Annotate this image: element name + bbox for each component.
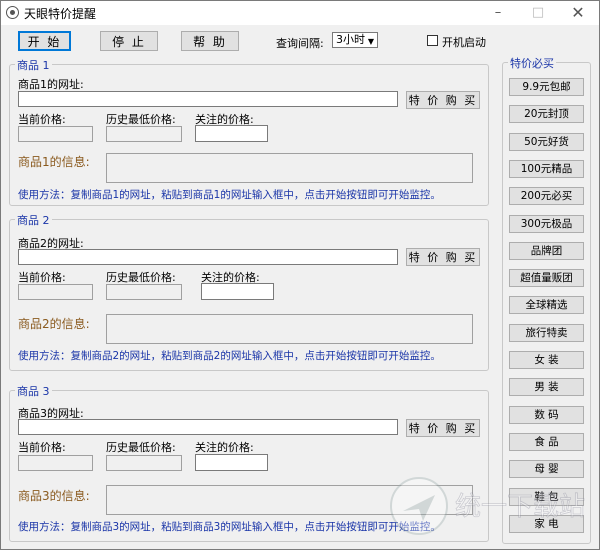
product-1-lowest-price-label: 历史最低价格:: [106, 113, 176, 126]
close-button[interactable]: ✕: [559, 1, 597, 25]
product-1-legend: 商品 1: [15, 57, 52, 73]
chevron-down-icon: ▼: [367, 37, 374, 46]
product-3-current-price-label: 当前价格:: [18, 441, 66, 454]
sidebar-item-10[interactable]: 旅行特卖: [509, 323, 584, 342]
product-2-lowest-price-field: [106, 284, 182, 300]
product-3-watch-price-input[interactable]: [195, 454, 268, 471]
window-title: 天眼特价提醒: [24, 7, 97, 21]
sidebar-item-3[interactable]: 50元好货: [509, 132, 584, 151]
sidebar-item-7[interactable]: 品牌团: [509, 241, 584, 260]
sidebar-item-6[interactable]: 300元极品: [509, 214, 584, 233]
product-2-lowest-price-label: 历史最低价格:: [106, 271, 176, 284]
product-2-usage-text: 使用方法：复制商品2的网址，粘贴到商品2的网址输入框中，点击开始按钮即可开始监控…: [18, 350, 441, 362]
sidebar-item-12[interactable]: 男 装: [509, 378, 584, 397]
maximize-button: □: [531, 5, 545, 20]
product-3-usage-text: 使用方法：复制商品3的网址，粘贴到商品3的网址输入框中，点击开始按钮即可开始监控…: [18, 521, 441, 533]
product-3-lowest-price-field: [106, 455, 182, 471]
sidebar-item-14[interactable]: 食 品: [509, 432, 584, 451]
product-2-info-label: 商品2的信息:: [18, 317, 90, 331]
title-bar: 天眼特价提醒 – □ ✕: [1, 1, 599, 25]
help-button[interactable]: 帮 助: [181, 31, 239, 51]
product-1-info-label: 商品1的信息:: [18, 155, 90, 169]
product-3-buy-button[interactable]: 特 价 购 买: [406, 419, 480, 437]
sidebar-item-13[interactable]: 数 码: [509, 405, 584, 424]
product-3-current-price-field: [18, 455, 93, 471]
product-2-watch-price-input[interactable]: [201, 283, 274, 300]
product-1-current-price-field: [18, 126, 93, 142]
start-button[interactable]: 开 始: [18, 31, 71, 51]
product-2-current-price-label: 当前价格:: [18, 271, 66, 284]
product-2-legend: 商品 2: [15, 212, 52, 228]
product-3-lowest-price-label: 历史最低价格:: [106, 441, 176, 454]
product-3-watch-price-label: 关注的价格:: [195, 441, 254, 454]
product-1-usage-text: 使用方法：复制商品1的网址，粘贴到商品1的网址输入框中，点击开始按钮即可开始监控…: [18, 189, 441, 201]
product-3-info-box: [106, 485, 473, 515]
product-2-info-box: [106, 314, 473, 344]
autostart-checkbox[interactable]: [427, 35, 438, 46]
product-2-buy-button[interactable]: 特 价 购 买: [406, 248, 480, 266]
product-1-lowest-price-field: [106, 126, 182, 142]
interval-label: 查询间隔:: [276, 37, 324, 50]
sidebar-item-2[interactable]: 20元封顶: [509, 105, 584, 124]
sidebar-item-16[interactable]: 鞋 包: [509, 487, 584, 506]
interval-value: 3小时: [336, 33, 365, 46]
app-window: 天眼特价提醒 – □ ✕ 开 始 停 止 帮 助 查询间隔: 3小时 ▼ 开机启…: [0, 0, 600, 550]
app-eye-icon: [6, 6, 19, 19]
sidebar-item-4[interactable]: 100元精品: [509, 159, 584, 178]
product-1-info-box: [106, 153, 473, 183]
product-1-current-price-label: 当前价格:: [18, 113, 66, 126]
sidebar-item-11[interactable]: 女 装: [509, 351, 584, 369]
sidebar-item-5[interactable]: 200元必买: [509, 187, 584, 206]
stop-button[interactable]: 停 止: [100, 31, 158, 51]
product-3-legend: 商品 3: [15, 383, 52, 399]
sidebar-item-9[interactable]: 全球精选: [509, 296, 584, 315]
product-3-url-input[interactable]: [18, 419, 398, 435]
interval-select[interactable]: 3小时 ▼: [332, 32, 378, 48]
product-3-info-label: 商品3的信息:: [18, 489, 90, 503]
sidebar-item-1[interactable]: 9.9元包邮: [509, 78, 584, 96]
product-1-buy-button[interactable]: 特 价 购 买: [406, 91, 480, 109]
product-1-url-label: 商品1的网址:: [18, 78, 84, 91]
sidebar-item-17[interactable]: 家 电: [509, 514, 584, 533]
product-2-url-input[interactable]: [18, 249, 398, 265]
autostart-label: 开机启动: [442, 36, 486, 49]
sidebar-item-15[interactable]: 母 婴: [509, 460, 584, 479]
minimize-button[interactable]: –: [479, 1, 517, 25]
product-2-current-price-field: [18, 284, 93, 300]
product-1-watch-price-input[interactable]: [195, 125, 268, 142]
product-1-url-input[interactable]: [18, 91, 398, 107]
sidebar-item-8[interactable]: 超值量贩团: [509, 269, 584, 288]
sidebar-title: 特价必买: [508, 55, 556, 71]
